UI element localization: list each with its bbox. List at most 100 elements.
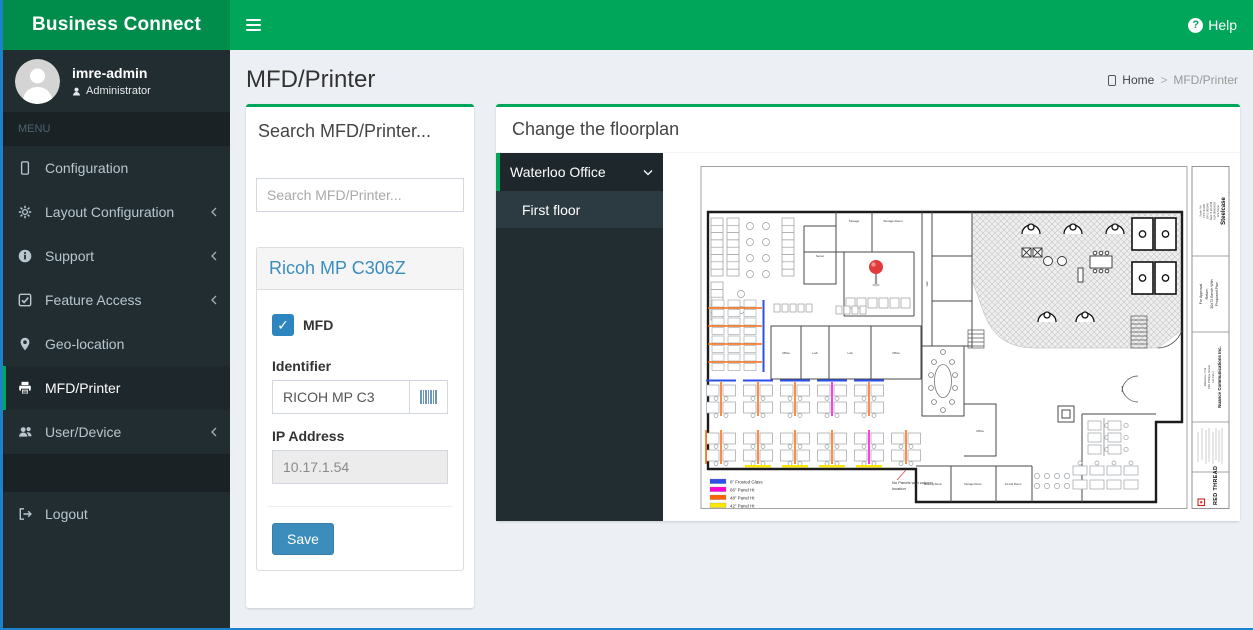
person-icon bbox=[72, 87, 81, 96]
sidebar-item-label: Support bbox=[45, 248, 94, 264]
app-window: Business Connect ? Help imr bbox=[0, 0, 1253, 630]
chevron-down-icon bbox=[643, 169, 653, 176]
svg-text:Lab: Lab bbox=[812, 351, 817, 355]
tree-office-label: Waterloo Office bbox=[510, 164, 606, 180]
save-button[interactable]: Save bbox=[272, 523, 334, 555]
ip-address-label: IP Address bbox=[272, 428, 448, 444]
device-name-link[interactable]: Ricoh MP C306Z bbox=[269, 258, 406, 278]
brand-logo[interactable]: Business Connect bbox=[3, 0, 230, 50]
user-name: imre-admin bbox=[72, 65, 151, 81]
svg-text:460 Phillips Street: 460 Phillips Street bbox=[1207, 365, 1211, 389]
chevron-left-icon bbox=[210, 251, 218, 261]
svg-text:Office: Office bbox=[782, 351, 790, 355]
navbar: ? Help bbox=[230, 0, 1253, 50]
svg-text:location: location bbox=[892, 486, 906, 491]
sidebar-item-label: Geo-location bbox=[45, 336, 124, 352]
svg-text:Date: 8.18.2016: Date: 8.18.2016 bbox=[1209, 201, 1213, 220]
sidebar-item-mfd-printer[interactable]: MFD/Printer bbox=[3, 366, 230, 410]
avatar bbox=[15, 59, 60, 104]
users-icon bbox=[18, 425, 45, 439]
menu-header: MENU bbox=[3, 112, 230, 146]
window-edge-left bbox=[0, 0, 3, 630]
ip-address-input[interactable] bbox=[272, 450, 448, 484]
tablet-icon bbox=[18, 161, 45, 175]
sidebar-toggle-button[interactable] bbox=[230, 0, 277, 50]
sidebar-item-user-device[interactable]: User/Device bbox=[3, 410, 230, 454]
sidebar-item-layout-configuration[interactable]: Layout Configuration bbox=[3, 190, 230, 234]
mfd-checkbox[interactable]: ✓ bbox=[272, 314, 294, 336]
svg-text:Waterloo, Ont: Waterloo, Ont bbox=[1203, 368, 1207, 387]
user-info: imre-admin Administrator bbox=[72, 65, 151, 97]
mfd-checkbox-label: MFD bbox=[303, 317, 333, 333]
svg-text:1st Aid Room: 1st Aid Room bbox=[1005, 482, 1022, 486]
sidebar-item-label: Layout Configuration bbox=[45, 204, 174, 220]
svg-text:Storage: Storage bbox=[849, 219, 860, 223]
search-input[interactable] bbox=[256, 178, 464, 212]
sidebar-item-label: User/Device bbox=[45, 424, 121, 440]
svg-text:RED THREAD: RED THREAD bbox=[1213, 466, 1219, 505]
search-card-title: Search MFD/Printer... bbox=[258, 121, 464, 142]
content-area: MFD/Printer Home > MFD/Printer Search MF… bbox=[230, 50, 1253, 628]
svg-text:48" Panel Ht: 48" Panel Ht bbox=[730, 495, 755, 500]
tree-item-first-floor[interactable]: First floor bbox=[496, 191, 663, 228]
logout-icon bbox=[18, 507, 45, 521]
sidebar-section-divider bbox=[3, 454, 230, 492]
search-mfd-card: Search MFD/Printer... Ricoh MP C306Z ✓ M… bbox=[246, 104, 474, 608]
svg-text:30x72 Bench With: 30x72 Bench With bbox=[1210, 279, 1214, 308]
breadcrumb-separator: > bbox=[1160, 73, 1167, 87]
sidebar-item-logout[interactable]: Logout bbox=[3, 492, 230, 536]
top-bar: Business Connect ? Help bbox=[3, 0, 1253, 50]
tree-item-waterloo-office[interactable]: Waterloo Office bbox=[496, 153, 663, 191]
barcode-icon bbox=[420, 390, 437, 404]
floorplan-image[interactable]: Storage Storage Room Server Office Lab L… bbox=[686, 164, 1231, 513]
barcode-button[interactable] bbox=[410, 380, 448, 414]
info-circle-icon bbox=[18, 249, 45, 263]
help-button[interactable]: ? Help bbox=[1172, 0, 1253, 50]
svg-text:42" Panel Ht: 42" Panel Ht bbox=[730, 503, 755, 508]
map-marker-icon bbox=[18, 337, 45, 351]
bench-cluster-left bbox=[708, 300, 765, 372]
svg-text:Scale: NA: Scale: NA bbox=[1199, 205, 1203, 217]
svg-text:Proposed Plan: Proposed Plan bbox=[1215, 282, 1219, 306]
svg-text:Server: Server bbox=[816, 254, 824, 258]
svg-text:For Approval: For Approval bbox=[1199, 284, 1203, 305]
breadcrumb: Home > MFD/Printer bbox=[1108, 73, 1238, 87]
identifier-input[interactable] bbox=[272, 380, 410, 414]
svg-text:Nuance Communications Inc.: Nuance Communications Inc. bbox=[1217, 346, 1222, 407]
chevron-left-icon bbox=[210, 295, 218, 305]
sidebar-item-configuration[interactable]: Configuration bbox=[3, 146, 230, 190]
svg-text:6" Frosted Glass: 6" Frosted Glass bbox=[730, 479, 763, 484]
svg-text:Storage Room: Storage Room bbox=[964, 482, 983, 486]
page-title: MFD/Printer bbox=[246, 66, 375, 94]
svg-text:DPO: 860340: DPO: 860340 bbox=[1206, 203, 1210, 219]
panel-divider bbox=[268, 506, 452, 507]
svg-text:NUA 08A0001B: NUA 08A0001B bbox=[1213, 202, 1217, 220]
chevron-left-icon bbox=[210, 427, 218, 437]
svg-text:Steelcase: Steelcase bbox=[1221, 197, 1227, 225]
device-panel: Ricoh MP C306Z ✓ MFD Identifier bbox=[256, 247, 464, 571]
sidebar-item-support[interactable]: Support bbox=[3, 234, 230, 278]
svg-text:Office: Office bbox=[976, 429, 984, 433]
breadcrumb-home-link[interactable]: Home bbox=[1122, 73, 1154, 87]
question-circle-icon: ? bbox=[1188, 18, 1203, 33]
sidebar-item-geo-location[interactable]: Geo-location bbox=[3, 322, 230, 366]
sidebar-item-feature-access[interactable]: Feature Access bbox=[3, 278, 230, 322]
svg-text:PPS: 61108: PPS: 61108 bbox=[1202, 204, 1206, 218]
check-square-icon bbox=[18, 293, 45, 307]
floorplan-tree: Waterloo Office First floor bbox=[496, 153, 663, 521]
printer-icon bbox=[18, 381, 45, 395]
chevron-left-icon bbox=[210, 207, 218, 217]
sidebar-item-label: MFD/Printer bbox=[45, 380, 120, 396]
hamburger-icon bbox=[246, 16, 261, 34]
breadcrumb-current: MFD/Printer bbox=[1173, 73, 1238, 87]
sidebar: imre-admin Administrator MENU Configurat… bbox=[3, 50, 230, 628]
device-panel-heading: Ricoh MP C306Z bbox=[257, 248, 463, 290]
svg-text:Return: Return bbox=[1205, 289, 1209, 300]
sidebar-item-label: Feature Access bbox=[45, 292, 142, 308]
svg-text:File Name: File Name bbox=[1216, 205, 1220, 217]
svg-text:Lab: Lab bbox=[847, 351, 852, 355]
user-panel[interactable]: imre-admin Administrator bbox=[3, 50, 230, 112]
floorplan-card-title: Change the floorplan bbox=[496, 107, 1240, 153]
svg-text:66" Panel Ht: 66" Panel Ht bbox=[730, 487, 755, 492]
svg-text:No Panels with column: No Panels with column bbox=[892, 480, 933, 485]
